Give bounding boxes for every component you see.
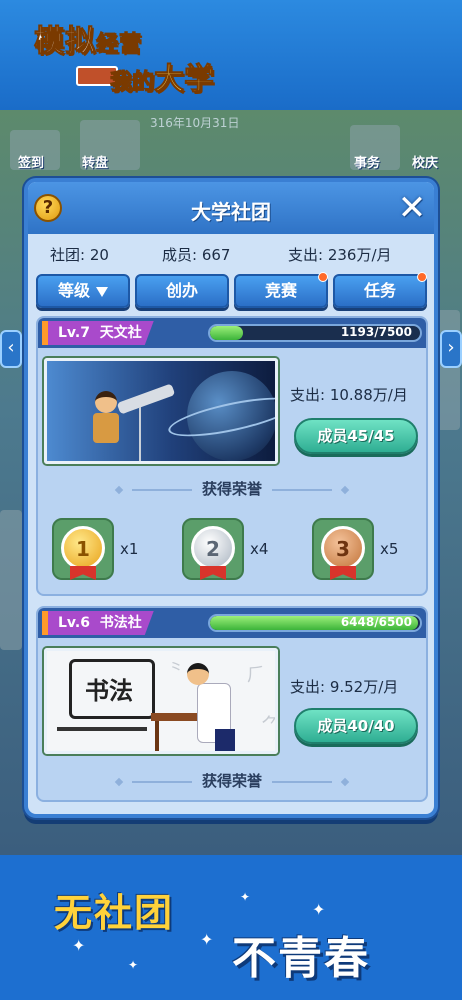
brush-icon <box>57 727 147 731</box>
progress-text: 6448/6500 <box>340 615 412 629</box>
member-count: 成员: 667 <box>162 246 231 264</box>
sort-down-icon <box>96 286 108 297</box>
sparkle-icon: ✦ <box>72 936 86 955</box>
game-logo: 模拟经营 我的大学 <box>34 24 215 98</box>
club-progress-bar: 1193/7500 <box>208 324 422 342</box>
club-image-astronomy <box>44 358 278 464</box>
honors-title: 获得荣誉 <box>38 770 426 791</box>
gold-medal-icon: 1 <box>52 518 114 580</box>
club-panel: ? 大学社团 ✕ 社团: 20 成员: 667 支出: 236万/月 等级 创办… <box>24 178 438 818</box>
tab-create[interactable]: 创办 <box>135 274 229 308</box>
club-card-calligraphy: Lv.6 书法社 6448/6500 ⺀ ⺁ ⺈ 书法 支出: 9.52万/月 … <box>36 606 428 802</box>
honors-title: 获得荣誉 <box>38 478 426 499</box>
club-expense: 支出: 10.88万/月 <box>290 386 408 404</box>
club-image-calligraphy: ⺀ ⺁ ⺈ 书法 <box>44 648 278 754</box>
tab-bar: 等级 创办 竞赛 任务 <box>36 272 428 308</box>
bronze-medal-count: x5 <box>380 540 399 558</box>
sparkle-icon: ✦ <box>240 890 251 904</box>
gold-medal-count: x1 <box>120 540 139 558</box>
panel-title: 大学社团 <box>191 200 271 224</box>
wheel-button[interactable]: 转盘 <box>82 152 108 171</box>
slogan-line-2: 不青春 <box>232 933 370 984</box>
close-icon[interactable]: ✕ <box>394 190 430 226</box>
tab-level[interactable]: 等级 <box>36 274 130 308</box>
silver-medal-count: x4 <box>250 540 269 558</box>
top-banner: 模拟经营 我的大学 <box>0 0 462 110</box>
club-progress-bar: 6448/6500 <box>208 614 422 632</box>
notification-dot-icon <box>417 272 427 282</box>
club-stats: 社团: 20 成员: 667 支出: 236万/月 <box>28 244 434 268</box>
sparkle-icon: ✦ <box>200 930 214 949</box>
anniversary-button[interactable]: 校庆 <box>412 152 438 171</box>
panel-header: ? 大学社团 ✕ <box>28 182 434 234</box>
tab-competition[interactable]: 竞赛 <box>234 272 328 308</box>
scroll-left-arrow-icon[interactable]: ‹ <box>0 330 22 368</box>
building <box>0 510 22 650</box>
total-expense: 支出: 236万/月 <box>288 246 392 264</box>
slogan-line-1: 无社团 <box>54 891 175 935</box>
telescope-icon <box>116 383 176 415</box>
affairs-button[interactable]: 事务 <box>354 152 380 171</box>
club-card-astronomy: Lv.7 天文社 1193/7500 支出: 10.88万/月 成员45/45 … <box>36 316 428 596</box>
members-button[interactable]: 成员40/40 <box>294 708 418 744</box>
tab-tasks[interactable]: 任务 <box>333 272 427 308</box>
club-expense: 支出: 9.52万/月 <box>290 678 399 696</box>
members-button[interactable]: 成员45/45 <box>294 418 418 454</box>
sparkle-icon: ✦ <box>312 900 326 919</box>
silver-medal-icon: 2 <box>182 518 244 580</box>
progress-text: 1193/7500 <box>340 325 412 339</box>
club-level-name: Lv.7 天文社 <box>42 321 154 345</box>
club-count: 社团: 20 <box>50 246 109 264</box>
progress-fill <box>210 326 244 340</box>
bronze-medal-icon: 3 <box>312 518 374 580</box>
game-date: 316年10月31日 <box>150 116 240 130</box>
sign-in-button[interactable]: 签到 <box>18 152 44 171</box>
club-header: Lv.6 书法社 6448/6500 <box>38 608 426 638</box>
notification-dot-icon <box>318 272 328 282</box>
club-level-name: Lv.6 书法社 <box>42 611 154 635</box>
scroll-right-arrow-icon[interactable]: › <box>440 330 462 368</box>
sparkle-icon: ✦ <box>128 958 139 972</box>
student-figure <box>93 391 119 451</box>
club-header: Lv.7 天文社 1193/7500 <box>38 318 426 348</box>
